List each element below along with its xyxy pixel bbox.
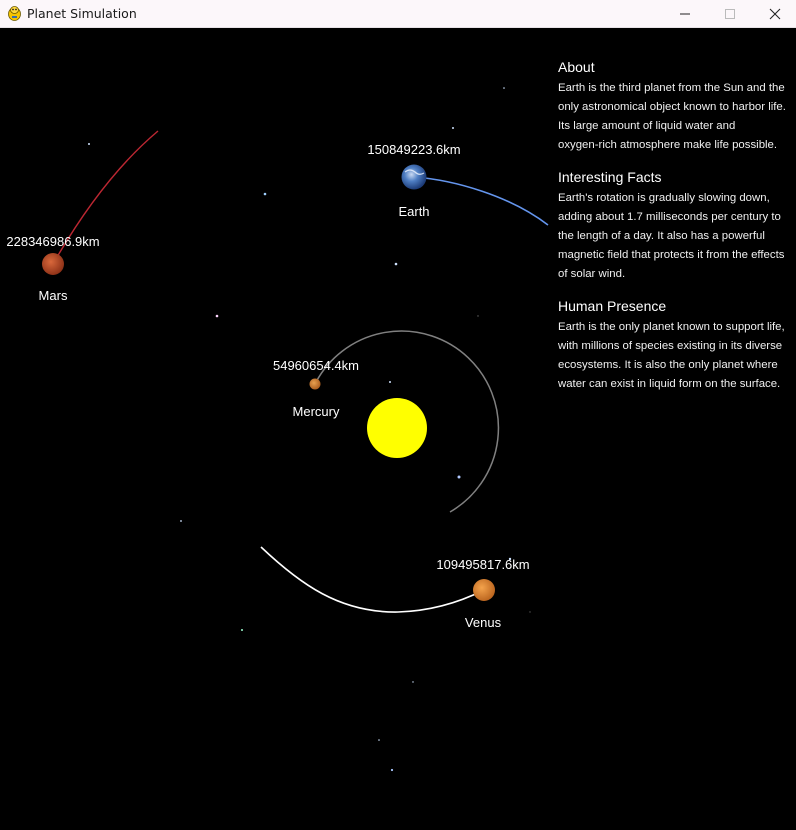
minimize-button[interactable]: [662, 0, 707, 27]
star: [378, 739, 380, 741]
simulation-canvas[interactable]: 150849223.6km Earth 228346986.9km Mars 5…: [0, 28, 796, 830]
star: [215, 314, 219, 318]
info-line: Earth is the only planet known to suppor…: [558, 321, 785, 333]
info-line: ecosystems. It is also the only planet w…: [558, 359, 778, 371]
info-line: magnetic field that protects it from the…: [558, 249, 785, 261]
star-field: [88, 87, 531, 772]
info-line: Its large amount of liquid water and: [558, 120, 736, 132]
venus-distance-label: 109495817.6km: [436, 557, 530, 572]
star: [394, 262, 398, 266]
star: [412, 681, 414, 683]
mars-distance-label: 228346986.9km: [6, 234, 100, 249]
info-line: Earth's rotation is gradually slowing do…: [558, 192, 770, 204]
window-titlebar[interactable]: Planet Simulation: [0, 0, 796, 28]
sun: [367, 398, 427, 458]
info-section-human-presence: Human Presence Earth is the only planet …: [558, 298, 790, 394]
planet-venus[interactable]: [473, 579, 495, 601]
info-heading: Human Presence: [558, 298, 667, 314]
info-line: with millions of species existing in its…: [558, 340, 783, 352]
star: [241, 629, 243, 631]
info-line: water can exist in liquid form on the su…: [558, 378, 781, 390]
info-line: oxygen-rich atmosphere make life possibl…: [558, 139, 778, 151]
maximize-button[interactable]: [707, 0, 752, 27]
maximize-icon: [724, 8, 735, 19]
mercury-distance-label: 54960654.4km: [272, 358, 360, 373]
star: [457, 475, 461, 479]
planet-mars[interactable]: [42, 253, 64, 275]
earth-distance-label: 150849223.6km: [367, 142, 461, 157]
earth-name-label: Earth: [398, 204, 430, 219]
star: [390, 768, 394, 772]
star: [452, 127, 454, 129]
planet-mercury[interactable]: [309, 378, 321, 390]
close-button[interactable]: [752, 0, 796, 27]
info-line: Earth is the third planet from the Sun a…: [558, 82, 785, 94]
info-heading: About: [558, 59, 595, 75]
info-line: adding about 1.7 milliseconds per centur…: [558, 211, 781, 223]
info-section-facts: Interesting Facts Earth's rotation is gr…: [558, 169, 790, 284]
planet-earth[interactable]: [401, 164, 427, 190]
star: [88, 143, 90, 145]
star: [263, 192, 267, 196]
star: [477, 315, 479, 317]
star: [503, 87, 505, 89]
pygame-snake-icon: [8, 6, 21, 21]
venus-name-label: Venus: [464, 615, 502, 630]
mercury-name-label: Mercury: [292, 404, 340, 419]
info-line: of solar wind.: [558, 268, 626, 280]
star: [529, 611, 531, 613]
info-line: the length of a day. It also has a power…: [558, 230, 765, 242]
mars-name-label: Mars: [38, 288, 68, 303]
star: [180, 520, 182, 522]
info-section-about: About Earth is the third planet from the…: [558, 59, 790, 155]
close-icon: [769, 8, 780, 19]
star: [389, 381, 391, 383]
minimize-icon: [679, 13, 690, 14]
earth-orbit-trail: [413, 176, 549, 226]
info-line: only astronomical object known to harbor…: [558, 101, 786, 113]
info-heading: Interesting Facts: [558, 169, 662, 185]
window-title: Planet Simulation: [27, 6, 137, 21]
